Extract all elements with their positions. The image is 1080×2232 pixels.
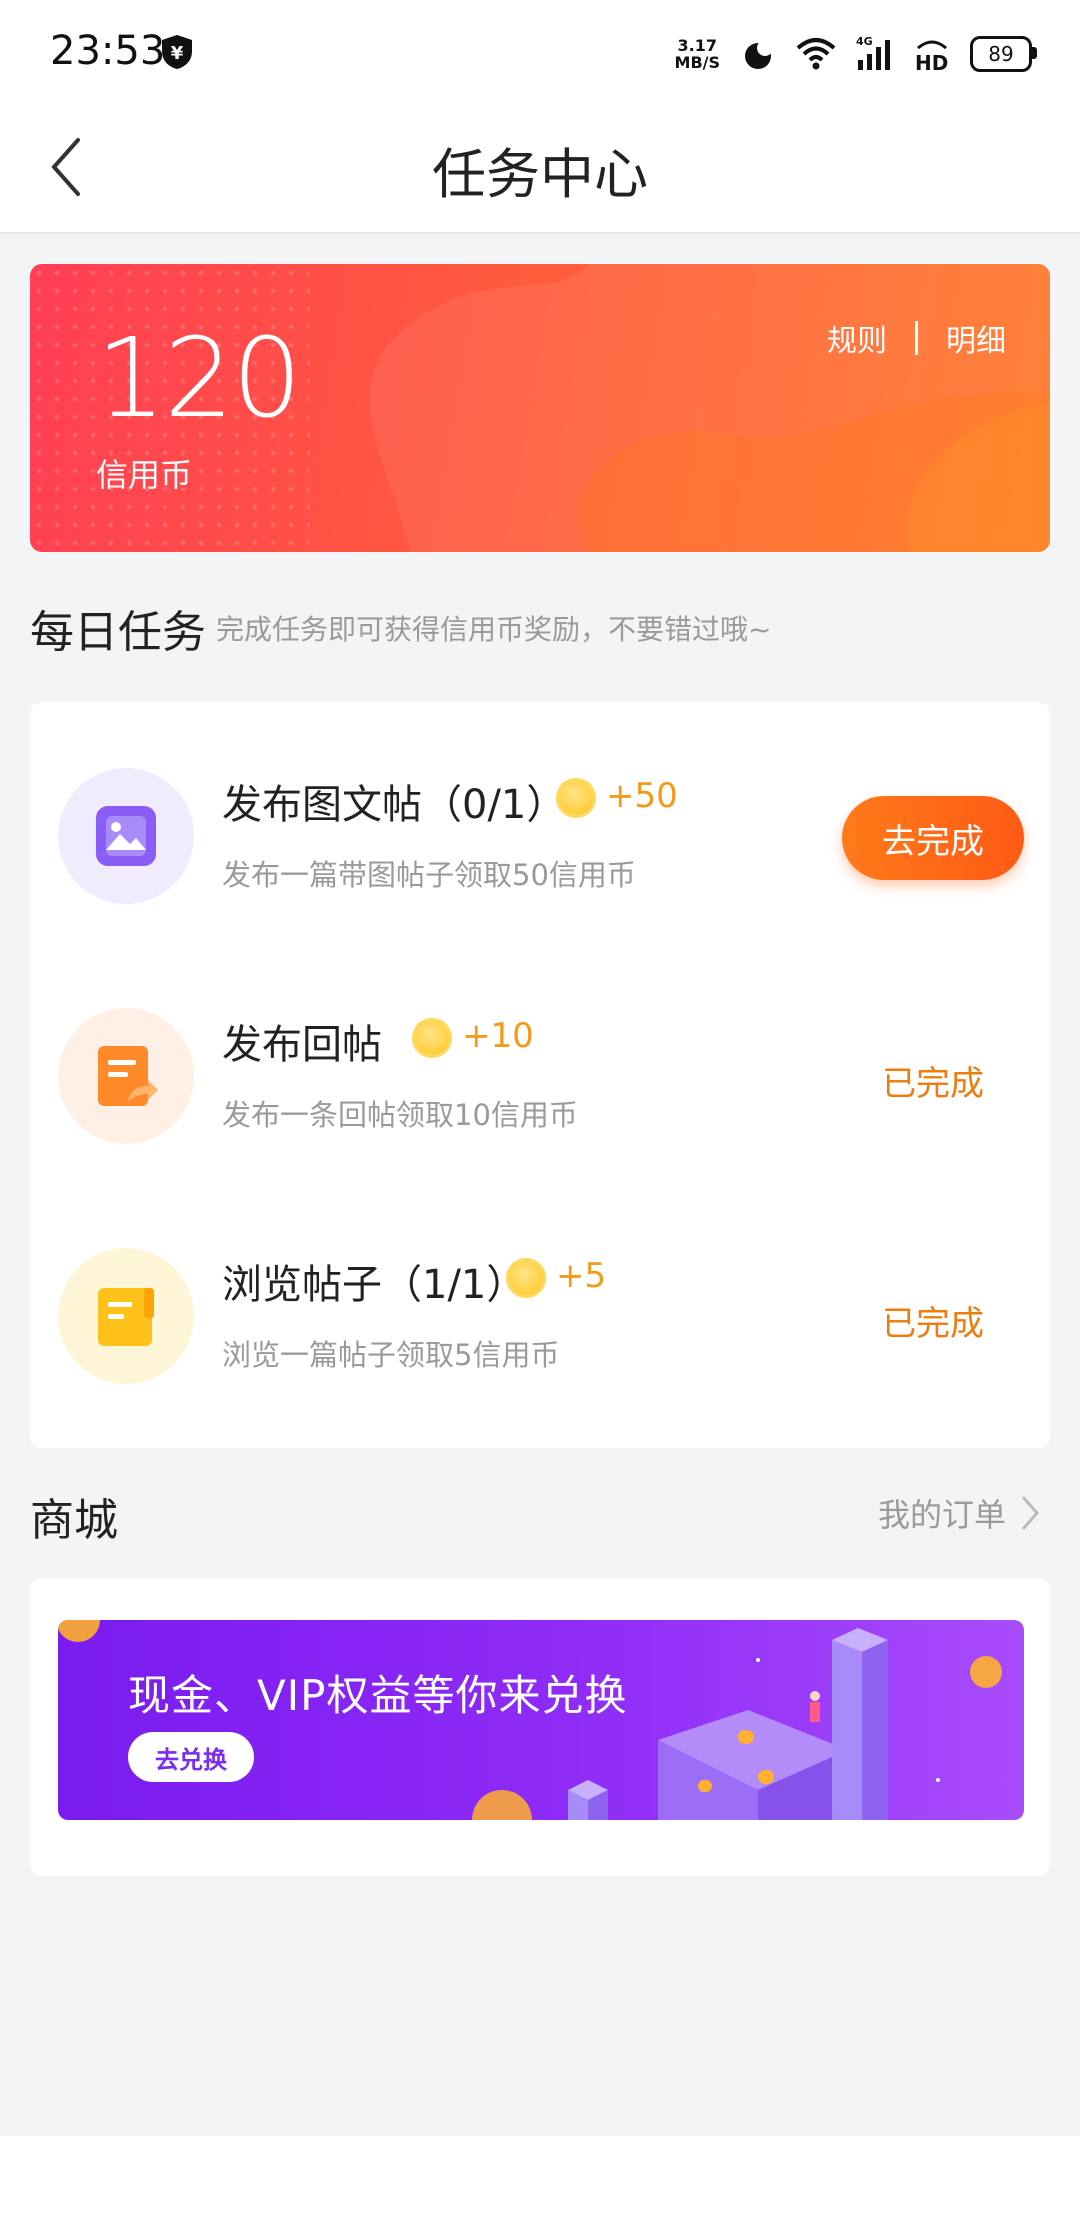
task-reward: +10: [462, 1016, 534, 1056]
hd-icon: HD: [915, 40, 948, 74]
rules-link[interactable]: 规则: [827, 316, 887, 360]
net-speed: 3.17 MB/S: [674, 36, 720, 72]
battery-icon: 89: [970, 36, 1037, 72]
coin-icon: [556, 778, 596, 818]
task-item-post-image: 发布图文帖（0/1） +50 发布一篇带图帖子领取50信用币 去完成: [30, 702, 1050, 904]
task-desc: 浏览一篇帖子领取5信用币: [222, 1338, 560, 1372]
svg-text:HD: HD: [915, 51, 948, 74]
page-title: 任务中心: [432, 143, 648, 206]
chevron-right-icon: [1021, 1496, 1039, 1530]
moon-icon: [745, 40, 773, 69]
svg-text:4G: 4G: [856, 35, 873, 48]
status-icons: 3.17 MB/S 4G HD 89: [674, 30, 1037, 78]
daily-tasks-title: 每日任务: [30, 607, 206, 658]
svg-text:¥: ¥: [171, 43, 184, 64]
task-name: 发布图文帖（0/1）: [222, 782, 567, 828]
my-orders-label: 我的订单: [877, 1496, 1006, 1534]
credit-banner: 120 信用币 规则 明细: [30, 264, 1050, 552]
task-icon-bg: [58, 768, 194, 904]
go-complete-button[interactable]: 去完成: [842, 796, 1024, 880]
task-desc: 发布一条回帖领取10信用币: [222, 1098, 578, 1132]
coin-icon: [506, 1258, 546, 1298]
task-icon-bg: [58, 1008, 194, 1144]
exchange-promo-banner[interactable]: 现金、VIP权益等你来兑换 去兑换: [58, 1620, 1024, 1820]
credit-label: 信用币: [96, 456, 193, 494]
shield-yen-icon: ¥: [162, 35, 192, 69]
wifi-icon: [796, 38, 836, 70]
daily-task-card: 发布图文帖（0/1） +50 发布一篇带图帖子领取50信用币 去完成 发布回帖 …: [30, 702, 1050, 1448]
task-name: 浏览帖子（1/1）: [222, 1262, 527, 1308]
task-name: 发布回帖: [222, 1022, 382, 1068]
task-item-reply: 发布回帖 +10 发布一条回帖领取10信用币 已完成: [30, 942, 1050, 1144]
credit-amount: 120: [96, 314, 302, 442]
task-icon-bg: [58, 1248, 194, 1384]
post-doc-icon: [98, 1288, 154, 1346]
bottom-area: [0, 2136, 1080, 2232]
task-completed-status: 已完成: [882, 1064, 984, 1104]
store-card: 现金、VIP权益等你来兑换 去兑换: [30, 1578, 1050, 1876]
exchange-button[interactable]: 去兑换: [128, 1732, 254, 1782]
store-title: 商城: [30, 1495, 118, 1546]
task-reward: +50: [606, 776, 678, 816]
status-bar: 23:53 ¥ 3.17 MB/S 4G HD 89: [0, 0, 1080, 108]
coin-icon: [412, 1018, 452, 1058]
my-orders-link[interactable]: 我的订单: [878, 1490, 1040, 1536]
image-icon: [96, 806, 156, 866]
task-item-browse: 浏览帖子（1/1） +5 浏览一篇帖子领取5信用币 已完成: [30, 1182, 1050, 1384]
banner-links: 规则 明细: [827, 316, 1006, 360]
reply-doc-icon: [98, 1046, 158, 1106]
daily-tasks-subtitle: 完成任务即可获得信用币奖励，不要错过哦~: [216, 613, 772, 646]
promo-text: 现金、VIP权益等你来兑换: [128, 1671, 628, 1720]
task-desc: 发布一篇带图帖子领取50信用币: [222, 858, 636, 892]
task-reward: +5: [556, 1256, 607, 1296]
nav-header: 任务中心: [0, 108, 1080, 234]
status-time: 23:53: [50, 28, 166, 74]
details-link[interactable]: 明细: [946, 316, 1006, 360]
link-divider: [915, 321, 918, 355]
task-completed-status: 已完成: [882, 1304, 984, 1344]
signal-4g-icon: 4G: [856, 35, 890, 70]
